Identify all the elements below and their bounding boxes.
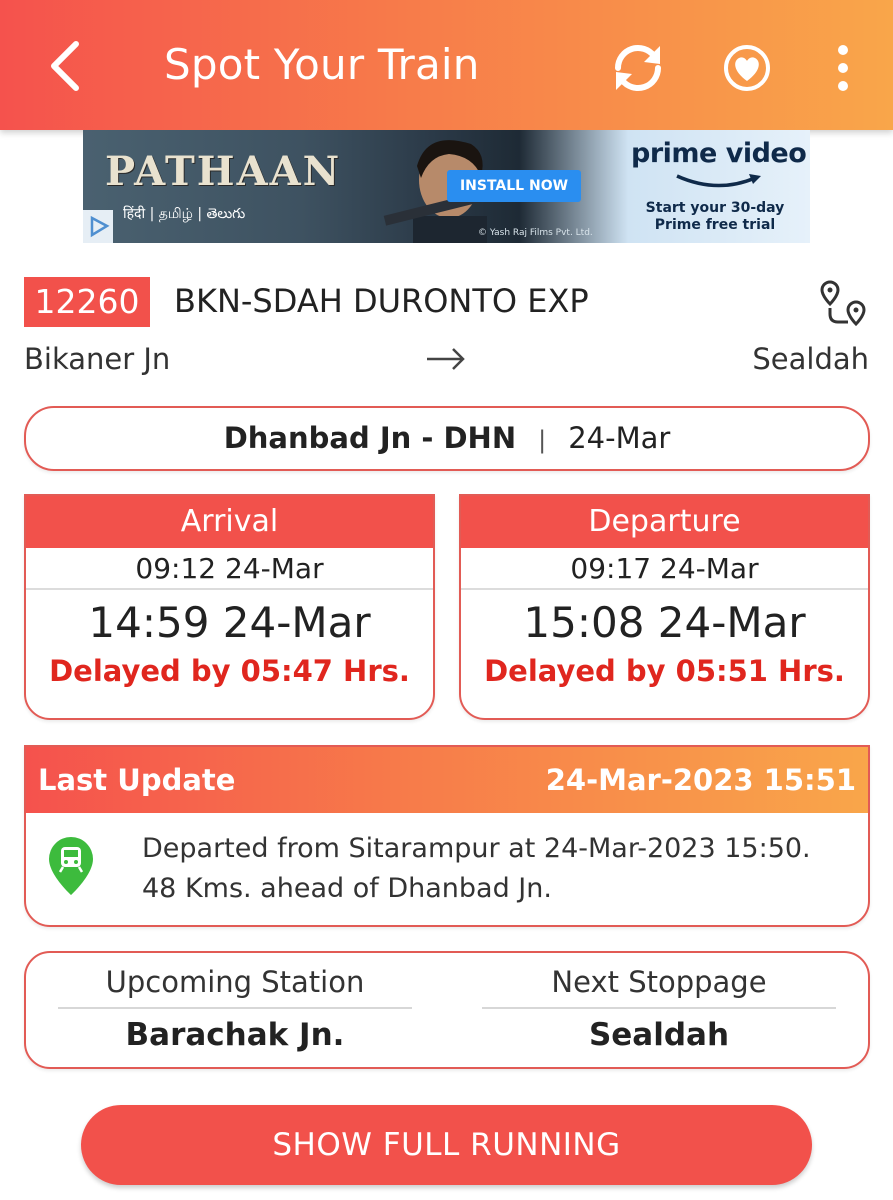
ad-trial-text: Start your 30-day Prime free trial bbox=[645, 200, 785, 233]
ad-copyright: © Yash Raj Films Pvt. Ltd. bbox=[478, 228, 593, 238]
favorite-heart-icon[interactable] bbox=[719, 38, 775, 98]
last-update-label: Last Update bbox=[38, 763, 236, 797]
last-update-timestamp: 24-Mar-2023 15:51 bbox=[545, 763, 856, 797]
last-update-card: Last Update 24-Mar-2023 15:51 Departed f… bbox=[24, 745, 870, 927]
refresh-icon[interactable] bbox=[608, 38, 668, 98]
next-stoppage-value: Sealdah bbox=[588, 1017, 730, 1053]
route-map-icon[interactable] bbox=[818, 278, 870, 330]
arrival-actual: 14:59 24-Mar bbox=[88, 598, 371, 647]
ad-languages: हिंदी | தமிழ் | తెలుగు bbox=[123, 206, 246, 222]
show-full-running-button[interactable]: SHOW FULL RUNNING bbox=[81, 1105, 812, 1185]
ad-install-button[interactable]: INSTALL NOW bbox=[447, 170, 581, 202]
arrival-delay: Delayed by 05:47 Hrs. bbox=[49, 654, 410, 688]
station-name: Dhanbad Jn - DHN bbox=[223, 421, 517, 455]
train-name: BKN-SDAH DURONTO EXP bbox=[174, 282, 589, 320]
departure-delay: Delayed by 05:51 Hrs. bbox=[484, 654, 845, 688]
next-stoppage: Next Stoppage Sealdah bbox=[482, 965, 836, 1053]
page-title: Spot Your Train bbox=[164, 40, 480, 89]
app-header: Spot Your Train bbox=[0, 0, 893, 130]
arrival-card: Arrival 09:12 24-Mar 14:59 24-Mar Delaye… bbox=[24, 494, 435, 720]
prime-smile-icon bbox=[673, 172, 763, 192]
adchoices-icon[interactable] bbox=[83, 210, 113, 243]
upcoming-station-label: Upcoming Station bbox=[58, 965, 412, 1009]
arrow-right-icon bbox=[425, 342, 467, 376]
selected-station-pill[interactable]: Dhanbad Jn - DHN | 24-Mar bbox=[24, 406, 870, 471]
train-number-badge: 12260 bbox=[24, 277, 150, 327]
ad-banner[interactable]: PATHAAN हिंदी | தமிழ் | తెలుగు INSTALL N… bbox=[83, 130, 810, 243]
station-date: 24-Mar bbox=[568, 421, 671, 455]
next-stoppage-label: Next Stoppage bbox=[482, 965, 836, 1009]
more-vert-icon[interactable] bbox=[826, 38, 860, 98]
upcoming-station-value: Barachak Jn. bbox=[125, 1017, 345, 1053]
station-separator: | bbox=[538, 426, 547, 454]
departure-actual: 15:08 24-Mar bbox=[523, 598, 806, 647]
ad-brand: prime video bbox=[631, 138, 807, 169]
last-update-header: Last Update 24-Mar-2023 15:51 bbox=[26, 747, 868, 813]
departure-card: Departure 09:17 24-Mar 15:08 24-Mar Dela… bbox=[459, 494, 870, 720]
origin-station: Bikaner Jn bbox=[24, 342, 171, 376]
departure-label: Departure bbox=[461, 496, 868, 548]
departure-scheduled: 09:17 24-Mar bbox=[461, 548, 868, 590]
arrival-label: Arrival bbox=[26, 496, 433, 548]
train-location-pin-icon bbox=[46, 835, 96, 897]
back-arrow-icon[interactable] bbox=[38, 36, 98, 96]
upcoming-station: Upcoming Station Barachak Jn. bbox=[58, 965, 412, 1053]
destination-station: Sealdah bbox=[752, 342, 869, 376]
ad-movie-title: PATHAAN bbox=[105, 148, 342, 195]
upcoming-stations-card: Upcoming Station Barachak Jn. Next Stopp… bbox=[24, 951, 870, 1069]
last-update-message: Departed from Sitarampur at 24-Mar-2023 … bbox=[142, 833, 811, 904]
arrival-scheduled: 09:12 24-Mar bbox=[26, 548, 433, 590]
